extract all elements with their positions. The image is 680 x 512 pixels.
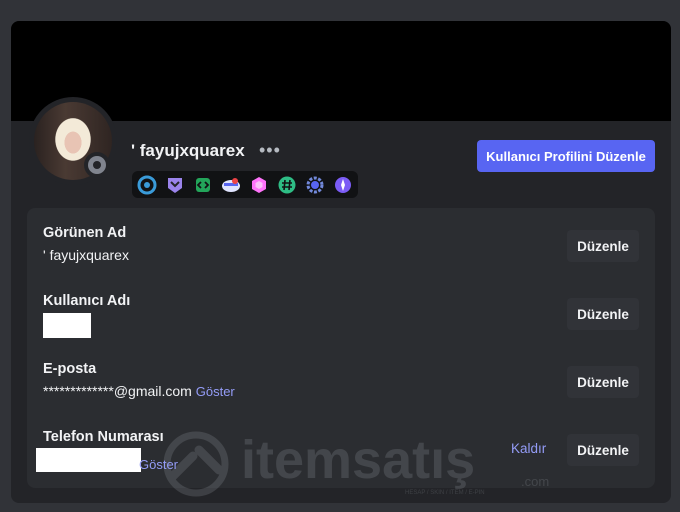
profile-banner bbox=[11, 21, 671, 121]
more-options-icon[interactable]: ••• bbox=[259, 140, 281, 161]
account-card: ' fayujxquarex ••• Kullanıcı Profilini D… bbox=[11, 21, 671, 503]
hypesquad-badge-icon[interactable] bbox=[164, 174, 186, 196]
reveal-phone-link[interactable]: Göster bbox=[139, 457, 178, 472]
display-name-value: ' fayujxquarex bbox=[43, 247, 129, 263]
edit-phone-button[interactable]: Düzenle bbox=[567, 434, 639, 466]
username-field: Kullanıcı Adı bbox=[43, 293, 130, 341]
remove-phone-link[interactable]: Kaldır bbox=[511, 441, 546, 456]
username-label: Kullanıcı Adı bbox=[43, 293, 131, 309]
phone-field: Telefon Numarası Göster bbox=[36, 429, 178, 472]
display-name-label: Görünen Ad bbox=[43, 225, 127, 241]
early-supporter-badge-icon[interactable] bbox=[220, 174, 242, 196]
edit-user-profile-button[interactable]: Kullanıcı Profilini Düzenle bbox=[477, 140, 655, 172]
phone-label: Telefon Numarası bbox=[43, 429, 164, 445]
nitro-badge-icon[interactable] bbox=[136, 174, 158, 196]
offline-status-icon bbox=[88, 156, 106, 174]
email-value: *************@gmail.com bbox=[43, 383, 192, 399]
bug-hunter-badge-icon[interactable] bbox=[304, 174, 326, 196]
email-field: E-posta *************@gmail.com Göster bbox=[43, 361, 235, 399]
quest-badge-icon[interactable] bbox=[276, 174, 298, 196]
username-value bbox=[43, 313, 130, 341]
svg-text:.com: .com bbox=[521, 474, 549, 489]
svg-text:HESAP / SKIN / ITEM / E-PIN: HESAP / SKIN / ITEM / E-PIN bbox=[405, 490, 485, 496]
display-name-field: Görünen Ad ' fayujxquarex bbox=[43, 225, 129, 263]
server-boost-badge-icon[interactable] bbox=[248, 174, 270, 196]
nitro-gem-badge-icon[interactable] bbox=[332, 174, 354, 196]
status-indicator bbox=[84, 152, 110, 178]
email-value-row: *************@gmail.com Göster bbox=[43, 383, 235, 399]
edit-username-button[interactable]: Düzenle bbox=[567, 298, 639, 330]
account-fields-panel: itemsatış .com HESAP / SKIN / ITEM / E-P… bbox=[27, 208, 655, 497]
itemsatis-watermark: itemsatış .com HESAP / SKIN / ITEM / E-P… bbox=[163, 430, 549, 497]
redacted-phone bbox=[36, 448, 141, 472]
profile-username: ' fayujxquarex bbox=[131, 141, 245, 160]
badge-list bbox=[132, 171, 358, 198]
avatar-frame bbox=[29, 97, 117, 185]
edit-display-name-button[interactable]: Düzenle bbox=[567, 230, 639, 262]
redacted-username bbox=[43, 313, 91, 338]
edit-email-button[interactable]: Düzenle bbox=[567, 366, 639, 398]
svg-text:itemsatış: itemsatış bbox=[241, 430, 475, 490]
email-label: E-posta bbox=[43, 361, 97, 377]
phone-value-row: Göster bbox=[36, 448, 178, 472]
active-developer-badge-icon[interactable] bbox=[192, 174, 214, 196]
reveal-email-link[interactable]: Göster bbox=[196, 384, 235, 399]
